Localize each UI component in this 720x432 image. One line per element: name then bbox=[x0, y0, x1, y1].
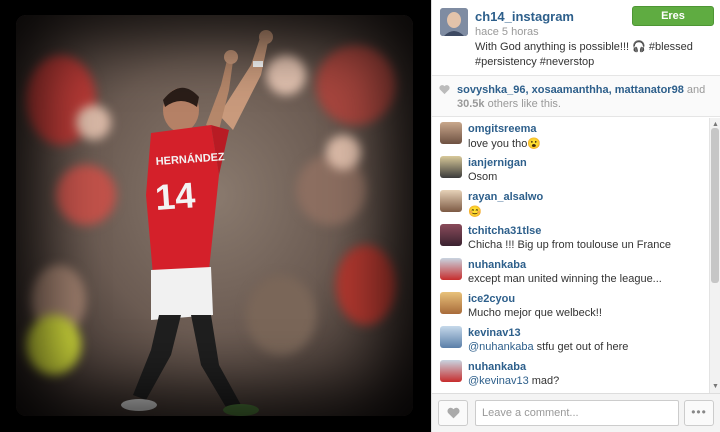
owner-username[interactable]: ch14_instagram bbox=[475, 9, 574, 24]
comment-body: stfu get out of here bbox=[533, 341, 629, 353]
comment-text: love you tho😮 bbox=[468, 138, 542, 150]
commenter-avatar[interactable] bbox=[440, 360, 462, 382]
follow-button[interactable]: Eres seguidor(a) bbox=[632, 6, 714, 40]
likes-summary: sovyshka_96, xosaamanthha, mattanator98 … bbox=[432, 75, 720, 117]
comment-text: @nuhankaba stfu get out of here bbox=[468, 341, 628, 353]
comment-item: ianjernigan Osom bbox=[432, 152, 709, 186]
comment-text: 😊 bbox=[468, 206, 482, 218]
comment-text: except man united winning the league... bbox=[468, 273, 662, 285]
comment-item: ice2cyou Mucho mejor que welbeck!! bbox=[432, 288, 709, 322]
commenter-avatar[interactable] bbox=[440, 292, 462, 314]
comment-text: @kevinav13 mad? bbox=[468, 375, 559, 387]
comment-item: tchitcha31tlse Chicha !!! Big up from to… bbox=[432, 220, 709, 254]
scroll-down-arrow-icon[interactable]: ▼ bbox=[711, 382, 720, 391]
owner-avatar-image bbox=[440, 8, 468, 36]
comment-text: Mucho mejor que welbeck!! bbox=[468, 307, 602, 319]
comment-username[interactable]: kevinav13 bbox=[468, 327, 521, 339]
post-caption: With God anything is possible!!! 🎧 #bles… bbox=[475, 41, 693, 68]
comment-username[interactable]: nuhankaba bbox=[468, 361, 526, 373]
heart-icon bbox=[439, 85, 450, 95]
comment-item: nuhankaba @kevinav13 mad? bbox=[432, 356, 709, 390]
likes-connector: and bbox=[683, 84, 706, 96]
heart-icon bbox=[447, 407, 460, 419]
post-sidebar: ch14_instagram hace 5 horas With God any… bbox=[431, 0, 720, 432]
likes-count[interactable]: 30.5k bbox=[457, 98, 485, 110]
comment-item: kevinav13 @nuhankaba stfu get out of her… bbox=[432, 322, 709, 356]
photo-vignette bbox=[16, 15, 413, 416]
commenter-avatar[interactable] bbox=[440, 156, 462, 178]
likes-suffix: others like this. bbox=[484, 98, 561, 110]
like-button[interactable] bbox=[438, 400, 468, 426]
comment-input[interactable] bbox=[475, 400, 679, 426]
commenter-avatar[interactable] bbox=[440, 258, 462, 280]
post-time: hace 5 horas bbox=[475, 26, 539, 38]
scrollbar-thumb[interactable] bbox=[711, 128, 719, 283]
comment-username[interactable]: ice2cyou bbox=[468, 293, 515, 305]
commenter-avatar[interactable] bbox=[440, 190, 462, 212]
photo-panel: HERNÁNDEZ 14 bbox=[0, 0, 431, 432]
comment-username[interactable]: omgitsreema bbox=[468, 123, 536, 135]
comment-username[interactable]: nuhankaba bbox=[468, 259, 526, 271]
comment-username[interactable]: tchitcha31tlse bbox=[468, 225, 541, 237]
comment-username[interactable]: ianjernigan bbox=[468, 157, 527, 169]
owner-avatar[interactable] bbox=[440, 8, 468, 36]
post-header: ch14_instagram hace 5 horas With God any… bbox=[432, 0, 720, 75]
comment-username[interactable]: rayan_alsalwo bbox=[468, 191, 543, 203]
comments-scrollbar[interactable]: ▲ ▼ bbox=[709, 118, 720, 393]
post-photo[interactable]: HERNÁNDEZ 14 bbox=[16, 15, 413, 416]
comment-mention[interactable]: @nuhankaba bbox=[468, 341, 534, 353]
likes-user-names[interactable]: sovyshka_96, xosaamanthha, mattanator98 bbox=[457, 84, 684, 96]
comment-item: nuhankaba except man united winning the … bbox=[432, 254, 709, 288]
comment-item: rayan_alsalwo 😊 bbox=[432, 186, 709, 220]
commenter-avatar[interactable] bbox=[440, 224, 462, 246]
comment-item: omgitsreema love you tho😮 bbox=[432, 118, 709, 152]
comment-text: Chicha !!! Big up from toulouse un Franc… bbox=[468, 239, 671, 251]
comment-text: Osom bbox=[468, 171, 498, 183]
comment-footer: ••• bbox=[432, 393, 720, 432]
commenter-avatar[interactable] bbox=[440, 122, 462, 144]
comment-body: mad? bbox=[528, 375, 560, 387]
commenter-avatar[interactable] bbox=[440, 326, 462, 348]
likes-text: sovyshka_96, xosaamanthha, mattanator98 … bbox=[457, 83, 712, 111]
comment-mention[interactable]: @kevinav13 bbox=[468, 375, 529, 387]
more-options-icon[interactable]: ••• bbox=[684, 400, 714, 426]
comments-list[interactable]: omgitsreema love you tho😮 ianjernigan Os… bbox=[432, 118, 709, 393]
